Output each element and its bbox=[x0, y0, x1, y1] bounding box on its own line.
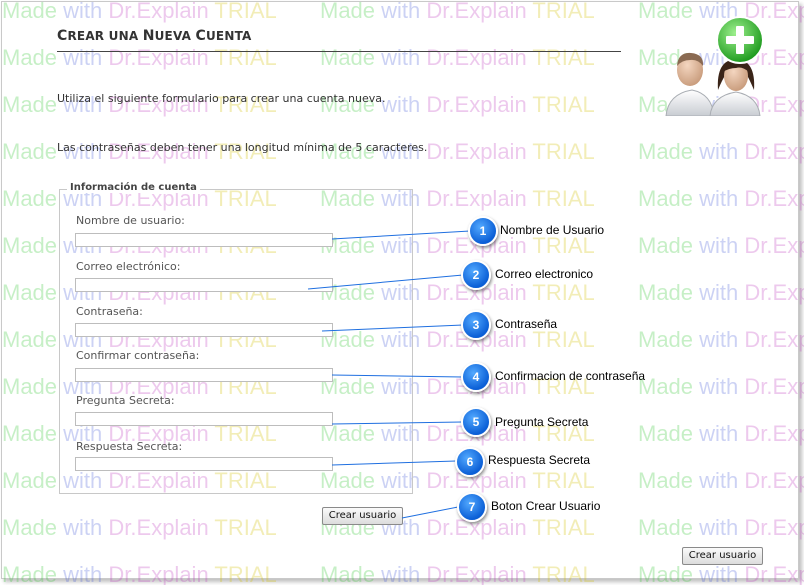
callout-line-3 bbox=[321, 324, 464, 332]
callout-text-4: Confirmacion de contraseña bbox=[495, 369, 646, 383]
callout-line-4 bbox=[331, 374, 463, 378]
callout-badge-6: 6 bbox=[455, 447, 485, 477]
callout-badge-7: 7 bbox=[457, 492, 487, 522]
callout-line-1 bbox=[331, 230, 471, 240]
callout-badge-4: 4 bbox=[461, 362, 491, 392]
callout-badge-1: 1 bbox=[468, 216, 498, 246]
callout-text-3: Contraseña bbox=[495, 317, 558, 331]
callout-text-2: Correo electronico bbox=[495, 267, 594, 281]
callout-line-7 bbox=[401, 506, 459, 519]
callout-badge-2: 2 bbox=[461, 260, 491, 290]
callout-line-2 bbox=[307, 274, 464, 290]
callout-text-1: Nombre de Usuario bbox=[500, 223, 605, 237]
callout-text-6: Respuesta Secreta bbox=[488, 453, 591, 467]
callout-badge-5: 5 bbox=[461, 407, 491, 437]
callout-line-5 bbox=[331, 421, 463, 425]
callout-badge-3: 3 bbox=[461, 310, 491, 340]
callout-text-5: Pregunta Secreta bbox=[495, 415, 589, 429]
callout-lines bbox=[307, 230, 471, 519]
callout-line-6 bbox=[331, 460, 457, 466]
callout-text-7: Boton Crear Usuario bbox=[491, 499, 601, 513]
